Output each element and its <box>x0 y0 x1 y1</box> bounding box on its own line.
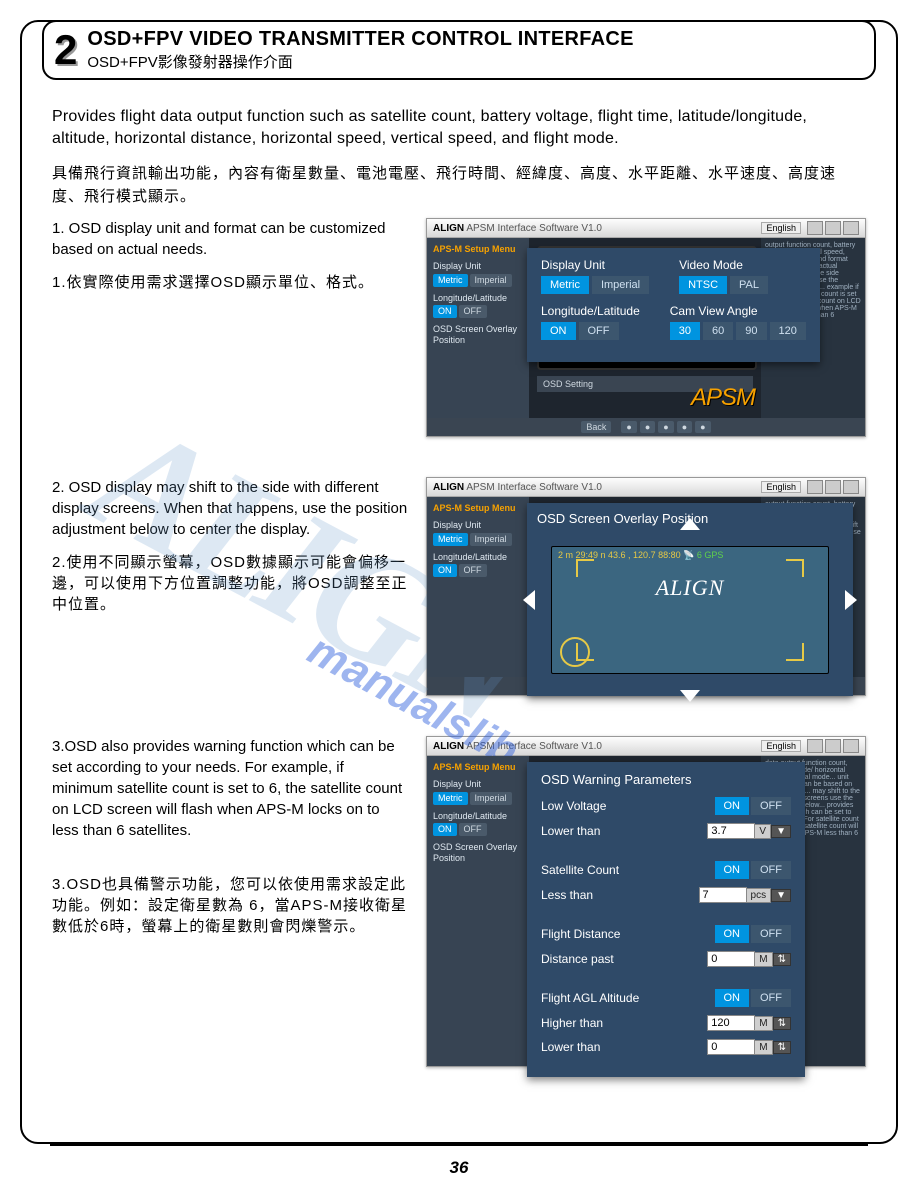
p3-lv-on[interactable]: ON <box>715 797 750 815</box>
sidebar-title: APS-M Setup Menu <box>433 244 523 255</box>
p3-low-voltage: Low Voltage <box>541 799 606 813</box>
max-btn[interactable] <box>825 221 841 235</box>
fpv-gps: 📡 6 GPS <box>683 550 723 560</box>
p3-lv-input[interactable] <box>707 823 755 839</box>
arrow-left-button[interactable] <box>523 590 535 610</box>
p1-a60[interactable]: 60 <box>703 322 733 340</box>
p3-flight-agl: Flight AGL Altitude <box>541 991 639 1005</box>
osd-setting-label: OSD Setting <box>543 379 593 389</box>
p3-title: OSD Warning Parameters <box>541 772 791 787</box>
section-title-zh: OSD+FPV影像發射器操作介面 <box>87 51 633 72</box>
p1-longlat: Longitude/Latitude <box>541 304 640 318</box>
p1-on[interactable]: ON <box>541 322 576 340</box>
arrow-down-button[interactable] <box>680 690 700 702</box>
sidebar: APS-M Setup Menu Display Unit Metric Imp… <box>427 238 529 418</box>
close-btn[interactable] <box>843 221 859 235</box>
side-longlat: Longitude/Latitude <box>433 293 523 304</box>
dropdown-icon[interactable]: ▼ <box>771 825 791 838</box>
stepper-icon[interactable]: ⇅ <box>773 1041 791 1054</box>
intro-en: Provides flight data output function suc… <box>52 106 866 149</box>
fpv-align-logo: ALIGN <box>552 575 828 601</box>
p3-lower-than2: Lower than <box>541 1040 600 1054</box>
screenshot-3: ALIGN APSM Interface Software V1.0 Engli… <box>426 736 866 1067</box>
p3-higher-than: Higher than <box>541 1016 603 1030</box>
side-display-unit: Display Unit <box>433 261 523 272</box>
dropdown-icon[interactable]: ▼ <box>771 889 791 902</box>
p3-flight-dist: Flight Distance <box>541 927 620 941</box>
p1-pal[interactable]: PAL <box>730 276 768 294</box>
side-osd-overlay: OSD Screen Overlay Position <box>433 324 523 346</box>
p3-sc-on[interactable]: ON <box>715 861 750 879</box>
item1-en: 1. OSD display unit and format can be cu… <box>52 218 408 260</box>
brand: ALIGN <box>433 223 464 234</box>
app-titlebar: ALIGN APSM Interface Software V1.0 Engli… <box>427 219 865 238</box>
screenshot-1: ALIGN APSM Interface Software V1.0 Engli… <box>426 218 866 437</box>
stepper-icon[interactable]: ⇅ <box>773 1017 791 1030</box>
crop-corner-icon <box>786 559 804 577</box>
popup-overlay-position: OSD Screen Overlay Position 2 m 29:49 n … <box>527 503 853 696</box>
p3-fd-input[interactable] <box>707 951 755 967</box>
item3-zh: 3.OSD也具備警示功能，您可以依使用需求設定此功能。例如：設定衛星數為 6，當… <box>52 874 408 937</box>
p3-fd-on[interactable]: ON <box>715 925 750 943</box>
p3-agl-on[interactable]: ON <box>715 989 750 1007</box>
p1-metric[interactable]: Metric <box>541 276 589 294</box>
side-on[interactable]: ON <box>433 305 457 318</box>
fpv-preview: 2 m 29:49 n 43.6 , 120.7 88:80 📡 6 GPS A… <box>551 546 829 674</box>
section-header: 2 OSD+FPV VIDEO TRANSMITTER CONTROL INTE… <box>42 20 876 80</box>
p1-a120[interactable]: 120 <box>770 322 806 340</box>
p3-lv-off[interactable]: OFF <box>751 797 791 815</box>
p3-dist-past: Distance past <box>541 952 614 966</box>
p1-imperial[interactable]: Imperial <box>592 276 649 294</box>
p1-camview: Cam View Angle <box>670 304 806 318</box>
p1-display-unit: Display Unit <box>541 258 649 272</box>
item2-en: 2. OSD display may shift to the side wit… <box>52 477 408 540</box>
apsm-badge: APSM <box>691 384 755 412</box>
arrow-up-button[interactable] <box>680 518 700 530</box>
p3-ht-input[interactable] <box>707 1015 755 1031</box>
p3-less-than: Less than <box>541 888 593 902</box>
software-title: APSM Interface Software V1.0 <box>466 223 602 234</box>
popup-display-settings: Display Unit Metric Imperial Video Mode <box>527 248 820 362</box>
p3-agl-off[interactable]: OFF <box>751 989 791 1007</box>
p1-off[interactable]: OFF <box>579 322 619 340</box>
popup-warning-params: OSD Warning Parameters Low Voltage ON OF… <box>527 762 805 1077</box>
arrow-right-button[interactable] <box>845 590 857 610</box>
p3-sc-input[interactable] <box>699 887 747 903</box>
p3-lt-input[interactable] <box>707 1039 755 1055</box>
screenshot-2: ALIGN APSM Interface Software V1.0 Engli… <box>426 477 866 696</box>
min-btn[interactable] <box>807 221 823 235</box>
compass-icon <box>560 637 590 667</box>
lang-select[interactable]: English <box>761 222 801 234</box>
p1-a90[interactable]: 90 <box>736 322 766 340</box>
section-number: 2 <box>54 29 77 71</box>
p1-video-mode: Video Mode <box>679 258 768 272</box>
item3-en: 3.OSD also provides warning function whi… <box>52 736 408 841</box>
intro-zh: 具備飛行資訊輸出功能，內容有衛星數量、電池電壓、飛行時間、經緯度、高度、水平距離… <box>52 163 866 208</box>
p3-fd-off[interactable]: OFF <box>751 925 791 943</box>
p1-a30[interactable]: 30 <box>670 322 700 340</box>
back-button[interactable]: Back <box>581 421 611 433</box>
side-off[interactable]: OFF <box>459 305 487 318</box>
p3-lower-than: Lower than <box>541 824 600 838</box>
section-title-en: OSD+FPV VIDEO TRANSMITTER CONTROL INTERF… <box>87 28 633 51</box>
crop-corner-icon <box>786 643 804 661</box>
p1-ntsc[interactable]: NTSC <box>679 276 727 294</box>
page-number: 36 <box>20 1158 898 1178</box>
side-imperial[interactable]: Imperial <box>470 274 512 287</box>
p3-sat-count: Satellite Count <box>541 863 619 877</box>
side-metric[interactable]: Metric <box>433 274 468 287</box>
item2-zh: 2.使用不同顯示螢幕，OSD數據顯示可能會偏移一邊，可以使用下方位置調整功能，將… <box>52 552 408 615</box>
crop-corner-icon <box>576 559 594 577</box>
stepper-icon[interactable]: ⇅ <box>773 953 791 966</box>
item1-zh: 1.依實際使用需求選擇OSD顯示單位、格式。 <box>52 272 408 293</box>
p3-sc-off[interactable]: OFF <box>751 861 791 879</box>
